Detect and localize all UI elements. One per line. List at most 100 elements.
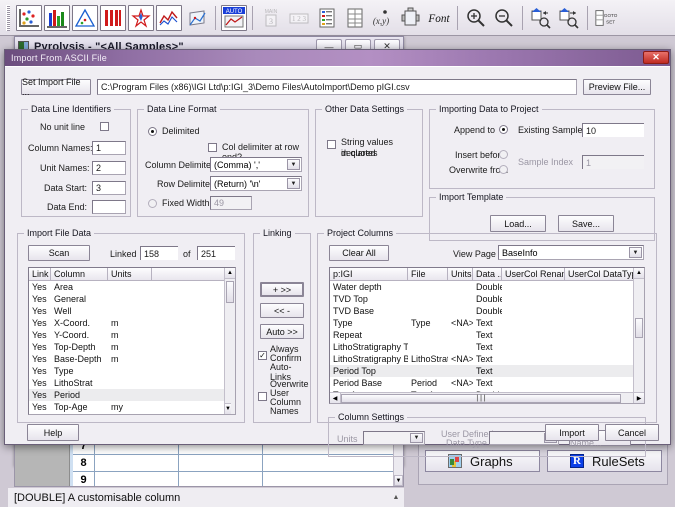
preview-file-button[interactable]: Preview File... xyxy=(583,79,651,95)
column-header-file[interactable]: File xyxy=(408,268,448,280)
remove-link-button[interactable]: << - xyxy=(260,303,304,318)
list-view-icon[interactable] xyxy=(314,5,340,31)
project-columns-table[interactable]: p:IGI File Units Data .. UserCol Rename … xyxy=(329,267,645,404)
chevron-down-icon[interactable]: ▼ xyxy=(410,433,423,443)
table-row[interactable]: 8 xyxy=(73,455,393,472)
3d-plot-icon[interactable] xyxy=(184,5,210,31)
import-file-data-table[interactable]: Link Column Units Yes Area Yes General Yes We… xyxy=(28,267,236,415)
statusbar-scroll-icon[interactable]: ▲ xyxy=(388,494,404,501)
import-file-data-vscrollbar[interactable]: ▲ ▼ xyxy=(224,268,235,414)
import-button[interactable]: Import xyxy=(545,424,599,441)
column-header-units[interactable]: Units xyxy=(448,268,473,280)
table-row[interactable]: Yes Top-Age my xyxy=(29,401,235,413)
table-row[interactable]: Yes Well xyxy=(29,305,235,317)
star-plot-icon[interactable] xyxy=(128,4,154,31)
table-row[interactable]: LithoStratigraphy Top Text xyxy=(330,341,644,353)
dialog-close-button[interactable]: ✕ xyxy=(643,51,669,64)
overwrite-user-column-names-checkbox[interactable] xyxy=(258,392,267,401)
table-row[interactable]: Yes LithoStrat xyxy=(29,377,235,389)
import-file-data-rows[interactable]: Yes Area Yes General Yes Well Yes X-Coord. m Yes Y… xyxy=(29,281,235,413)
chevron-down-icon[interactable]: ▼ xyxy=(287,159,300,170)
fixed-width-input[interactable]: 49 xyxy=(210,196,252,210)
set-import-file-button[interactable]: Set Import File ... xyxy=(21,77,91,97)
table-row[interactable]: Type Type <NA> Text xyxy=(330,317,644,329)
import-from-ascii-file-dialog[interactable]: Import From ASCII File ✕ Set Import File… xyxy=(4,49,671,457)
chevron-down-icon[interactable]: ▼ xyxy=(287,178,300,189)
scatter-plot-icon[interactable] xyxy=(16,4,42,31)
chevron-down-icon[interactable]: ▼ xyxy=(629,247,642,258)
goto-set-icon[interactable]: GOTO SET xyxy=(593,5,619,31)
zoom-in-icon[interactable] xyxy=(463,5,489,31)
scroll-left-icon[interactable]: ◀ xyxy=(330,392,341,403)
scroll-up-icon[interactable]: ▲ xyxy=(225,268,235,279)
zoom-next-icon[interactable] xyxy=(556,5,582,31)
main-page-icon[interactable]: MAIN 3 xyxy=(258,5,284,31)
column-header-column[interactable]: Column xyxy=(51,268,108,280)
scroll-right-icon[interactable]: ▶ xyxy=(633,392,644,403)
help-button[interactable]: Help xyxy=(27,424,79,441)
table-row[interactable]: Yes X-Coord. m xyxy=(29,317,235,329)
table-row[interactable]: 9 xyxy=(73,472,393,486)
column-header-data[interactable]: Data .. xyxy=(473,268,502,280)
row-delimiter-combo[interactable]: (Return) '\n' ▼ xyxy=(210,176,302,191)
table-row[interactable]: TVD Base Double xyxy=(330,305,644,317)
units-combo[interactable]: ▼ xyxy=(363,431,425,445)
view-page-combo[interactable]: BaseInfo ▼ xyxy=(498,245,644,260)
table-row[interactable]: Yes Y-Coord. m xyxy=(29,329,235,341)
scroll-thumb[interactable] xyxy=(226,281,234,303)
auto-plot-icon[interactable]: AUTO xyxy=(221,4,247,31)
table-row[interactable]: Yes General xyxy=(29,293,235,305)
import-file-path-input[interactable]: C:\Program Files (x86)\IGI Ltd\p:IGI_3\D… xyxy=(97,79,577,95)
save-template-button[interactable]: Save... xyxy=(558,215,614,232)
grid-cell[interactable] xyxy=(179,455,263,471)
total-count-input[interactable]: 251 xyxy=(197,246,235,260)
column-delimiter-combo[interactable]: (Comma) ',' ▼ xyxy=(210,157,302,172)
unit-names-input[interactable]: 2 xyxy=(92,161,126,175)
table-row[interactable]: Yes Top-Depth m xyxy=(29,341,235,353)
scroll-down-icon[interactable]: ▼ xyxy=(394,475,403,486)
overwrite-from-radio[interactable] xyxy=(499,165,508,174)
cancel-button[interactable]: Cancel xyxy=(605,424,659,441)
toolbar-grip[interactable] xyxy=(6,4,10,31)
append-to-radio[interactable] xyxy=(499,125,508,134)
zoom-prev-icon[interactable] xyxy=(528,5,554,31)
sample-index-input[interactable]: 1 xyxy=(582,155,644,169)
col-delimiter-at-row-end-checkbox[interactable] xyxy=(208,143,217,152)
bar-chart-icon[interactable] xyxy=(44,4,70,31)
font-icon[interactable]: Font xyxy=(426,5,452,31)
grid-cell[interactable] xyxy=(95,455,179,471)
zoom-out-icon[interactable] xyxy=(491,5,517,31)
delimited-radio[interactable] xyxy=(148,127,157,136)
insert-before-radio[interactable] xyxy=(499,150,508,159)
copy-image-icon[interactable] xyxy=(398,5,424,31)
column-header-usercol-rename[interactable]: UserCol Rename xyxy=(502,268,565,280)
table-row[interactable]: LithoStratigraphy BaseLithoStrat<NA>Text xyxy=(330,353,644,365)
scroll-thumb[interactable] xyxy=(635,318,643,338)
project-columns-rows[interactable]: Water depth Double TVD Top Double TVD Base Do… xyxy=(330,281,644,401)
bar-log-icon[interactable] xyxy=(100,4,126,31)
existing-samples-input[interactable]: 10 xyxy=(582,123,644,137)
scroll-down-icon[interactable]: ▼ xyxy=(225,403,231,414)
auto-link-button[interactable]: Auto >> xyxy=(260,324,304,339)
line-chart-icon[interactable] xyxy=(156,4,182,31)
project-columns-vscrollbar[interactable]: ▲ ▼ xyxy=(633,268,644,403)
linked-count-input[interactable]: 158 xyxy=(140,246,178,260)
table-row[interactable]: Water depth Double xyxy=(330,281,644,293)
data-end-input[interactable] xyxy=(92,200,126,214)
table-row[interactable]: Period Top Text xyxy=(330,365,644,377)
column-header-link[interactable]: Link xyxy=(29,268,51,280)
no-unit-line-checkbox[interactable] xyxy=(100,122,109,131)
data-start-input[interactable]: 3 xyxy=(92,181,126,195)
column-header-units[interactable]: Units xyxy=(108,268,152,280)
column-names-input[interactable]: 1 xyxy=(92,141,126,155)
table-view-icon[interactable] xyxy=(342,5,368,31)
string-values-quoted-checkbox[interactable] xyxy=(327,140,336,149)
table-row[interactable]: TVD Top Double xyxy=(330,293,644,305)
table-row[interactable]: Yes Type xyxy=(29,365,235,377)
load-template-button[interactable]: Load... xyxy=(490,215,546,232)
column-header-pigi[interactable]: p:IGI xyxy=(330,268,408,280)
clear-all-button[interactable]: Clear All xyxy=(329,245,389,261)
grid-cell[interactable] xyxy=(179,472,263,486)
xy-icon[interactable]: (x,y) xyxy=(370,5,396,31)
always-confirm-auto-links-checkbox[interactable]: ✓ xyxy=(258,351,267,360)
